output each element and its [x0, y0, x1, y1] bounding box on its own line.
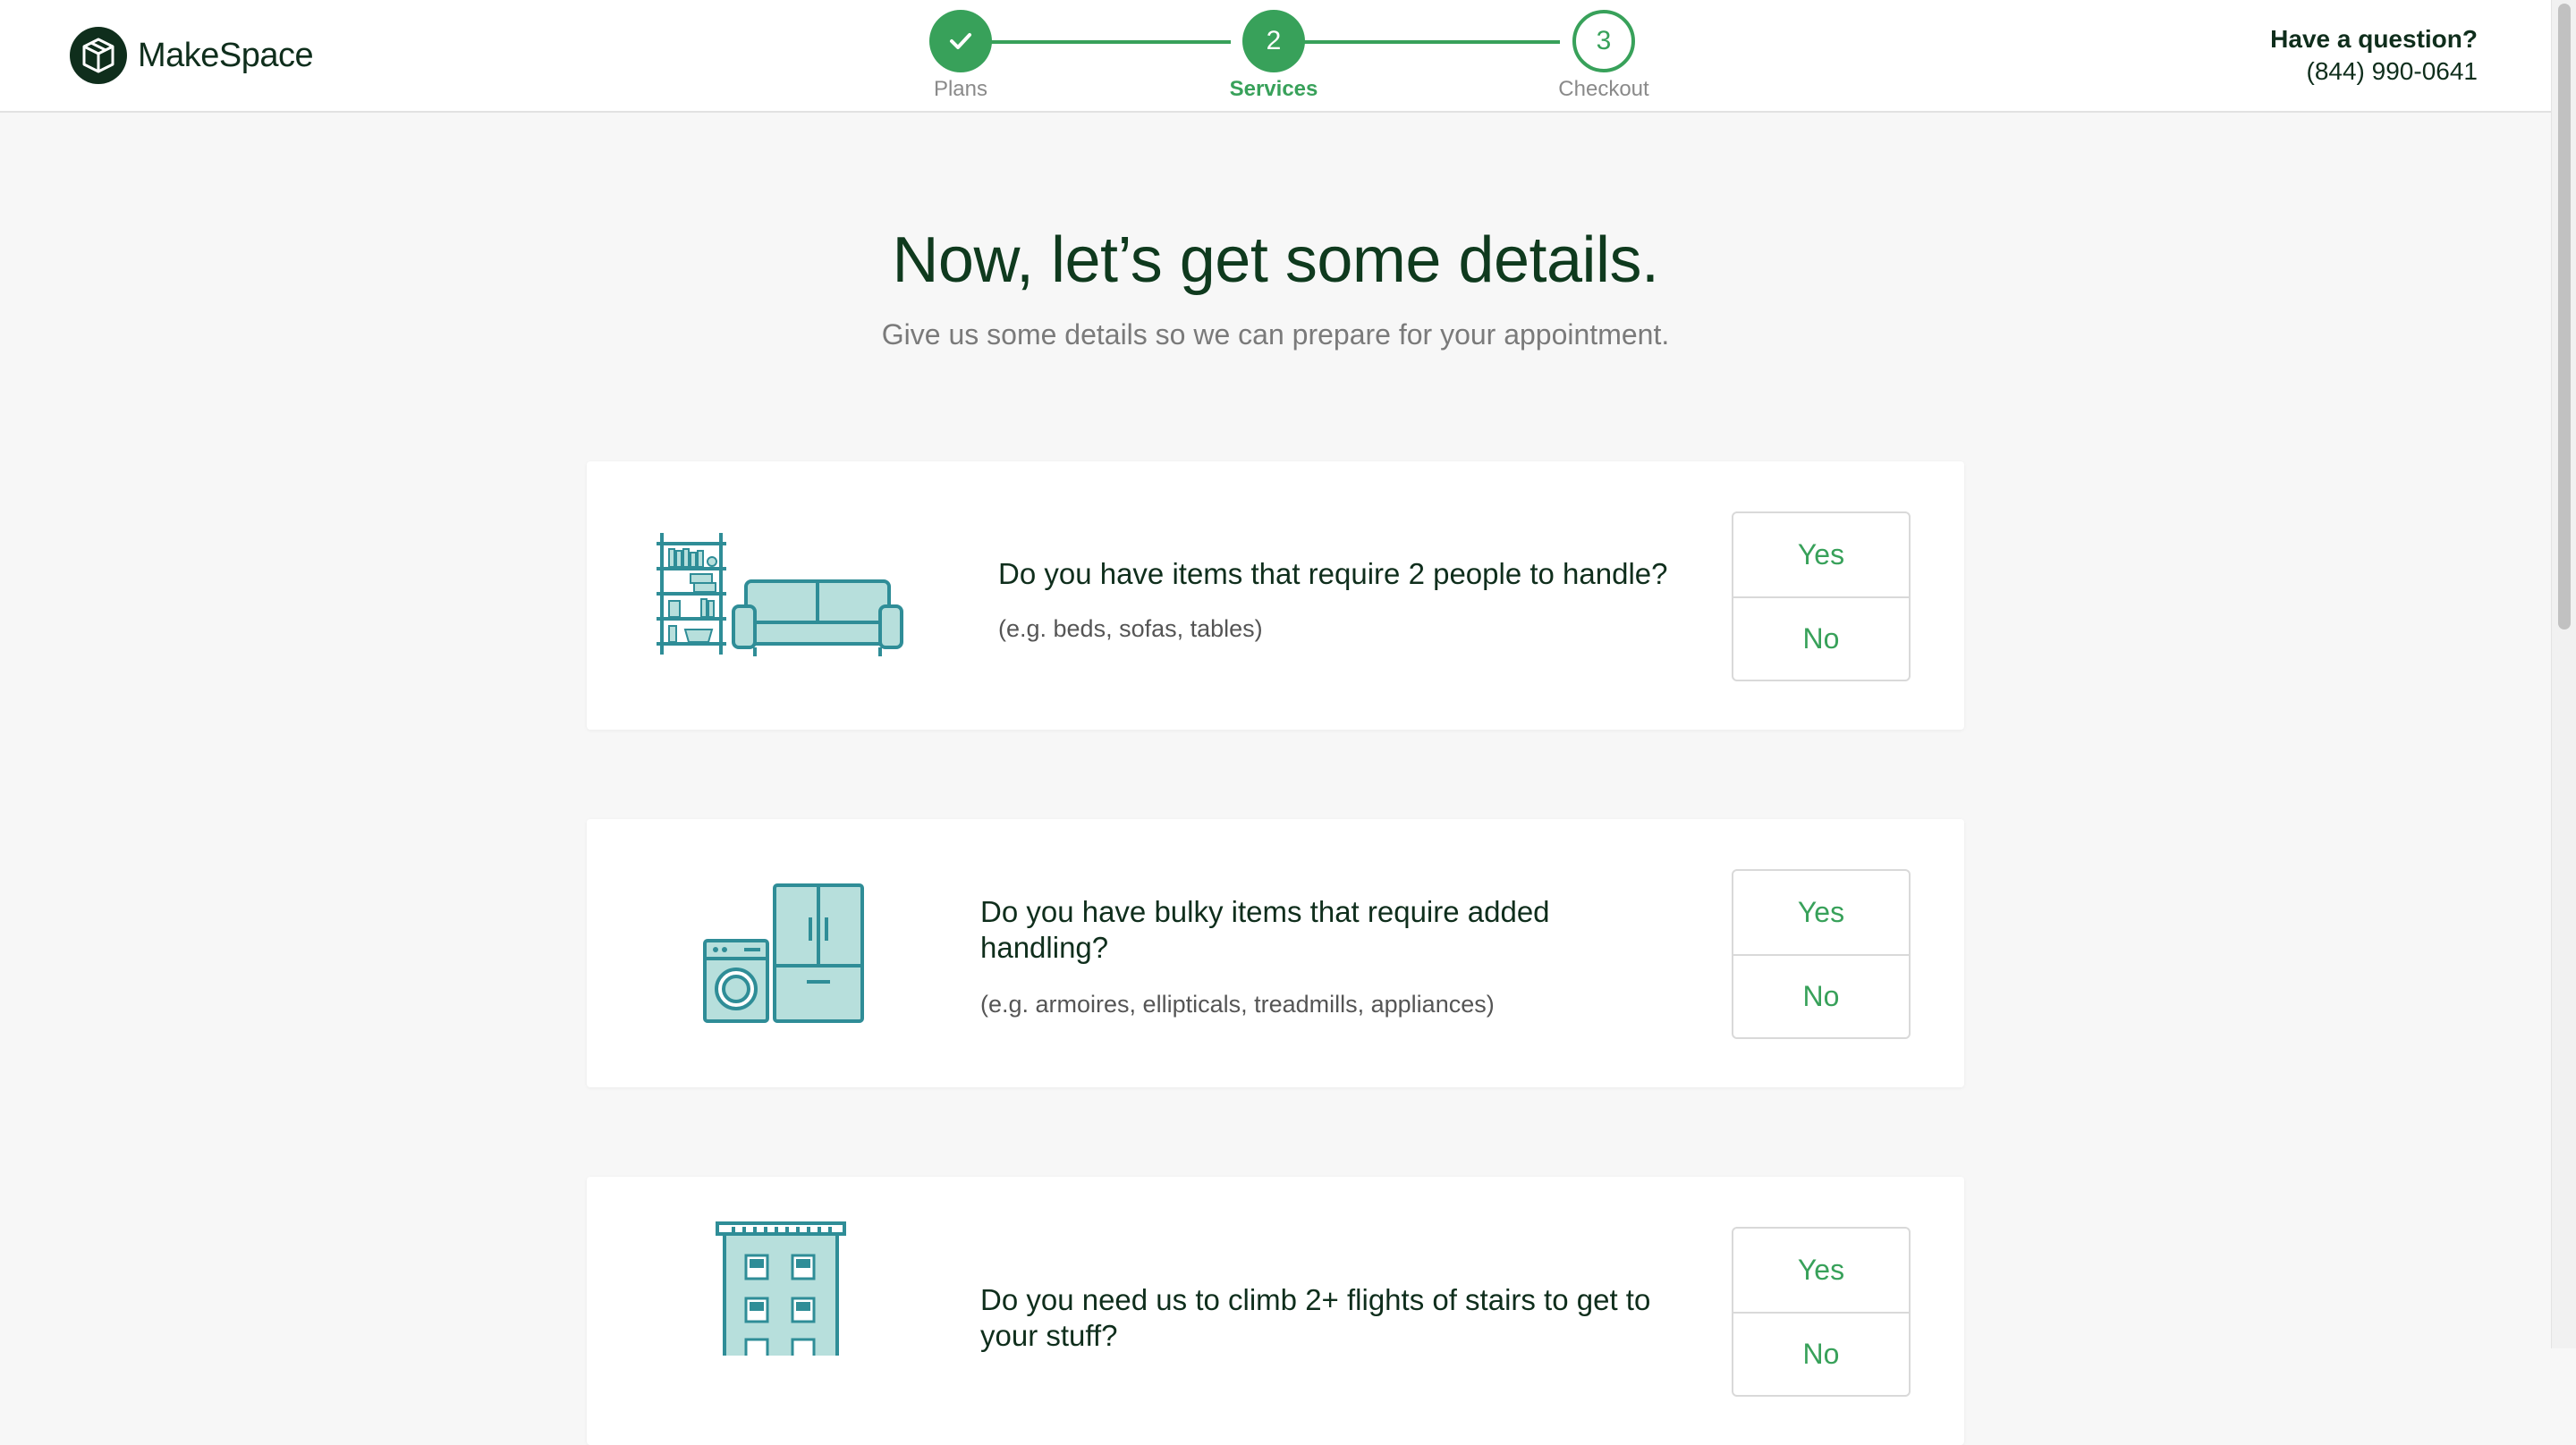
makespace-logo-icon — [70, 27, 127, 84]
check-icon — [950, 33, 971, 49]
page-title: Now, let’s get some details. — [892, 224, 1659, 296]
building-icon — [716, 1221, 846, 1356]
yes-button[interactable]: Yes — [1733, 871, 1909, 954]
yes-button[interactable]: Yes — [1733, 513, 1909, 596]
question-example: (e.g. beds, sofas, tables) — [998, 615, 1263, 642]
question-text: Do you have items that require 2 people … — [998, 557, 1668, 590]
help-contact: Have a question? (844) 990-0641 — [2270, 23, 2478, 88]
question-example: (e.g. armoires, ellipticals, treadmills,… — [980, 991, 1495, 1018]
step-plans-label[interactable]: Plans — [871, 77, 1050, 102]
makespace-logo[interactable]: MakeSpace — [70, 27, 314, 84]
step-services-label: Services — [1229, 77, 1318, 101]
step-services-number: 2 — [1266, 26, 1282, 55]
yes-no-toggle: Yes No — [1732, 511, 1911, 681]
appliances-icon — [703, 883, 864, 1023]
question-text: Do you need us to climb 2+ flights of st… — [980, 1283, 1651, 1352]
scrollbar-thumb[interactable] — [2558, 4, 2571, 630]
top-header: MakeSpace Plans 2 Services 3 Checkout Ha… — [0, 0, 2551, 113]
question-text: Do you have bulky items that require add… — [980, 895, 1550, 964]
step-services-circle: 2 — [1242, 10, 1305, 72]
no-button[interactable]: No — [1733, 596, 1909, 680]
step-checkout-number: 3 — [1596, 26, 1612, 55]
question-card-two-people: Do you have items that require 2 people … — [587, 461, 1964, 730]
step-connector-2-3 — [1304, 40, 1560, 44]
yes-no-toggle: Yes No — [1732, 1227, 1911, 1397]
page-scrollbar[interactable] — [2551, 0, 2576, 1348]
step-checkout-label: Checkout — [1558, 77, 1649, 101]
step-connector-1-2 — [991, 40, 1231, 44]
no-button[interactable]: No — [1733, 954, 1909, 1037]
step-plans-circle[interactable] — [929, 10, 992, 72]
no-button[interactable]: No — [1733, 1312, 1909, 1395]
page-subtitle: Give us some details so we can prepare f… — [881, 318, 1670, 351]
furniture-icon — [657, 533, 903, 656]
question-card-stairs: Do you need us to climb 2+ flights of st… — [587, 1177, 1964, 1445]
yes-no-toggle: Yes No — [1732, 869, 1911, 1039]
help-phone-link[interactable]: (844) 990-0641 — [2270, 55, 2478, 88]
question-card-bulky-items: Do you have bulky items that require add… — [587, 819, 1964, 1087]
help-title: Have a question? — [2270, 25, 2478, 53]
yes-button[interactable]: Yes — [1733, 1229, 1909, 1312]
brand-name: MakeSpace — [138, 36, 314, 74]
step-checkout-circle: 3 — [1572, 10, 1635, 72]
